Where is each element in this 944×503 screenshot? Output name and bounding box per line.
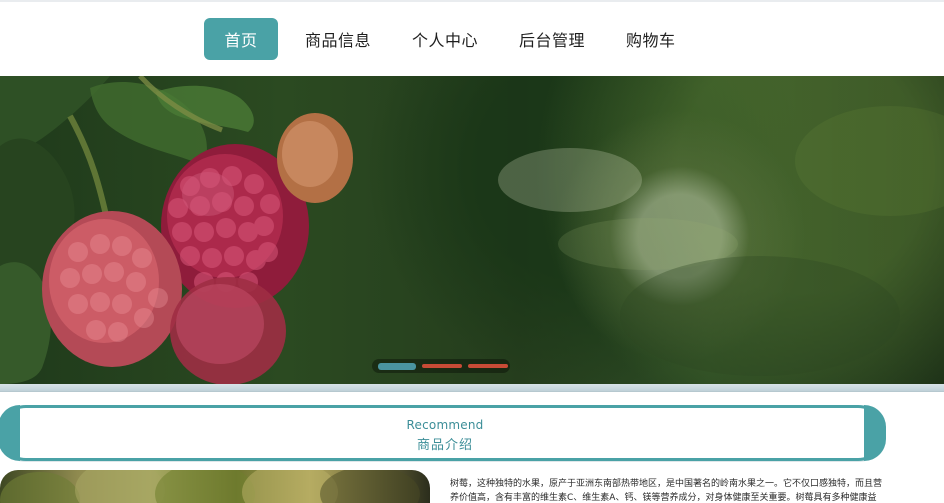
carousel-dot-2[interactable]: [422, 364, 462, 368]
section-title-english: Recommend: [406, 418, 484, 432]
raspberry-banner-image: [0, 76, 944, 384]
product-image: [0, 470, 430, 503]
top-navigation-bar: 首页 商品信息 个人中心 后台管理 购物车: [0, 0, 944, 76]
fruit-image: [0, 470, 420, 503]
nav-cart[interactable]: 购物车: [616, 18, 686, 60]
page: 首页 商品信息 个人中心 后台管理 购物车 Recommend 商品介绍 树莓，…: [0, 0, 944, 503]
main-nav: 首页 商品信息 个人中心 后台管理 购物车: [204, 18, 707, 60]
nav-admin[interactable]: 后台管理: [509, 18, 595, 60]
carousel-indicators: [372, 359, 510, 373]
carousel-dot-3[interactable]: [468, 364, 508, 368]
nav-personal-center[interactable]: 个人中心: [402, 18, 488, 60]
product-intro-title: Recommend 商品介绍: [0, 405, 886, 461]
product-intro-text: 树莓，这种独特的水果，原产于亚洲东南部热带地区，是中国著名的岭南水果之一。它不仅…: [450, 479, 883, 503]
hero-carousel[interactable]: [0, 76, 944, 384]
carousel-dot-1[interactable]: [378, 362, 416, 370]
nav-products[interactable]: 商品信息: [295, 18, 381, 60]
nav-home[interactable]: 首页: [204, 18, 278, 60]
banner-divider: [0, 384, 944, 392]
section-title-chinese: 商品介绍: [416, 438, 473, 453]
